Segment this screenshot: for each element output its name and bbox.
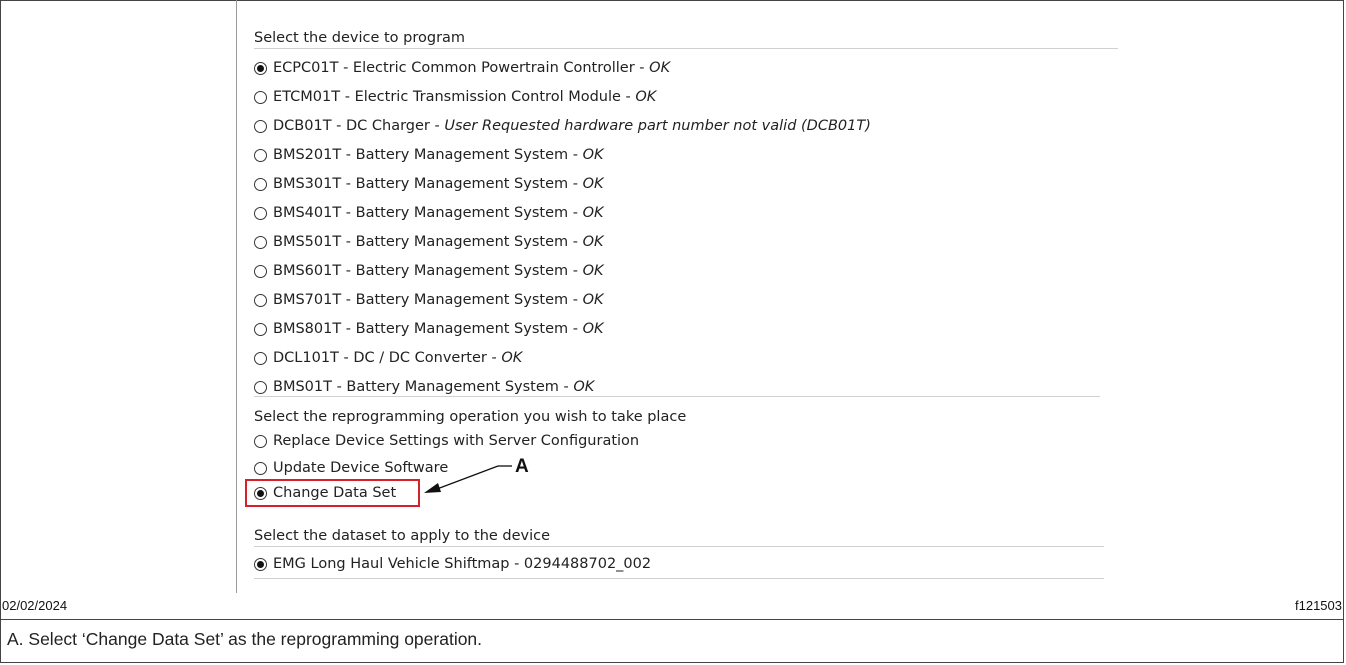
- device-option[interactable]: ETCM01T - Electric Transmission Control …: [254, 85, 656, 109]
- device-option-status: OK: [582, 147, 604, 163]
- screenshot-left-edge: [236, 0, 237, 593]
- dataset-section-header: Select the dataset to apply to the devic…: [254, 528, 551, 544]
- device-option-label: BMS01T - Battery Management System -: [273, 379, 574, 395]
- operation-section-header: Select the reprogramming operation you w…: [254, 409, 687, 425]
- dataset-option[interactable]: EMG Long Haul Vehicle Shiftmap - 0294488…: [254, 552, 651, 576]
- device-option[interactable]: BMS401T - Battery Management System - OK: [254, 201, 604, 225]
- device-option-label: DCB01T - DC Charger -: [273, 118, 445, 134]
- footer-divider: [0, 619, 1344, 620]
- radio-unselected-icon[interactable]: [254, 206, 267, 220]
- device-option-label: BMS401T - Battery Management System -: [273, 205, 583, 221]
- device-option-status: OK: [649, 60, 671, 76]
- radio-unselected-icon[interactable]: [254, 177, 267, 191]
- radio-unselected-icon[interactable]: [254, 380, 267, 394]
- operation-option[interactable]: Update Device Software: [254, 456, 448, 480]
- device-option-status: OK: [635, 89, 657, 105]
- callout-letter-a: A: [515, 456, 529, 477]
- footer-date: 02/02/2024: [2, 598, 68, 613]
- operation-section-divider: [254, 396, 1100, 397]
- device-section-header: Select the device to program: [254, 30, 466, 46]
- radio-unselected-icon[interactable]: [254, 351, 267, 365]
- device-option-status: OK: [582, 321, 604, 337]
- figure-caption: A. Select ‘Change Data Set’ as the repro…: [7, 629, 483, 649]
- operation-option-label: Replace Device Settings with Server Conf…: [273, 433, 640, 449]
- device-section-divider: [254, 48, 1118, 49]
- dataset-option-label: EMG Long Haul Vehicle Shiftmap - 0294488…: [273, 556, 652, 572]
- device-option-label: ECPC01T - Electric Common Powertrain Con…: [273, 60, 650, 76]
- device-option-label: BMS701T - Battery Management System -: [273, 292, 583, 308]
- radio-selected-icon[interactable]: [254, 61, 267, 75]
- radio-unselected-icon[interactable]: [254, 322, 267, 336]
- device-option[interactable]: DCB01T - DC Charger - User Requested har…: [254, 114, 871, 138]
- device-option[interactable]: BMS701T - Battery Management System - OK: [254, 288, 604, 312]
- device-option-label: BMS301T - Battery Management System -: [273, 176, 583, 192]
- device-option[interactable]: BMS601T - Battery Management System - OK: [254, 259, 604, 283]
- device-option-label: BMS501T - Battery Management System -: [273, 234, 583, 250]
- device-option[interactable]: BMS801T - Battery Management System - OK: [254, 317, 604, 341]
- device-option-label: BMS801T - Battery Management System -: [273, 321, 583, 337]
- radio-unselected-icon[interactable]: [254, 119, 267, 133]
- radio-unselected-icon[interactable]: [254, 235, 267, 249]
- dataset-section-divider: [254, 546, 1104, 547]
- radio-unselected-icon[interactable]: [254, 148, 267, 162]
- device-option[interactable]: ECPC01T - Electric Common Powertrain Con…: [254, 56, 670, 80]
- device-option-status: OK: [582, 263, 604, 279]
- device-option[interactable]: BMS501T - Battery Management System - OK: [254, 230, 604, 254]
- device-option[interactable]: DCL101T - DC / DC Converter - OK: [254, 346, 522, 370]
- radio-selected-icon[interactable]: [254, 557, 267, 571]
- device-option-status: OK: [582, 292, 604, 308]
- device-option-status: OK: [573, 379, 595, 395]
- radio-unselected-icon[interactable]: [254, 293, 267, 307]
- device-option-status: OK: [501, 350, 523, 366]
- device-option[interactable]: BMS201T - Battery Management System - OK: [254, 143, 604, 167]
- operation-option[interactable]: Replace Device Settings with Server Conf…: [254, 429, 639, 453]
- radio-unselected-icon[interactable]: [254, 264, 267, 278]
- device-option-status: OK: [582, 176, 604, 192]
- device-option-label: BMS201T - Battery Management System -: [273, 147, 583, 163]
- device-option[interactable]: BMS301T - Battery Management System - OK: [254, 172, 604, 196]
- operation-option-label: Update Device Software: [273, 460, 449, 476]
- device-option-label: BMS601T - Battery Management System -: [273, 263, 583, 279]
- device-option-status: User Requested hardware part number not …: [444, 118, 871, 134]
- figure-id: f121503: [1295, 598, 1342, 613]
- radio-unselected-icon[interactable]: [254, 461, 267, 475]
- radio-unselected-icon[interactable]: [254, 90, 267, 104]
- device-option-status: OK: [582, 234, 604, 250]
- dataset-bottom-divider: [254, 578, 1104, 579]
- change-data-set-highlight: [245, 479, 420, 507]
- device-option-status: OK: [582, 205, 604, 221]
- radio-unselected-icon[interactable]: [254, 434, 267, 448]
- device-option-label: ETCM01T - Electric Transmission Control …: [273, 89, 636, 105]
- device-option-label: DCL101T - DC / DC Converter -: [273, 350, 502, 366]
